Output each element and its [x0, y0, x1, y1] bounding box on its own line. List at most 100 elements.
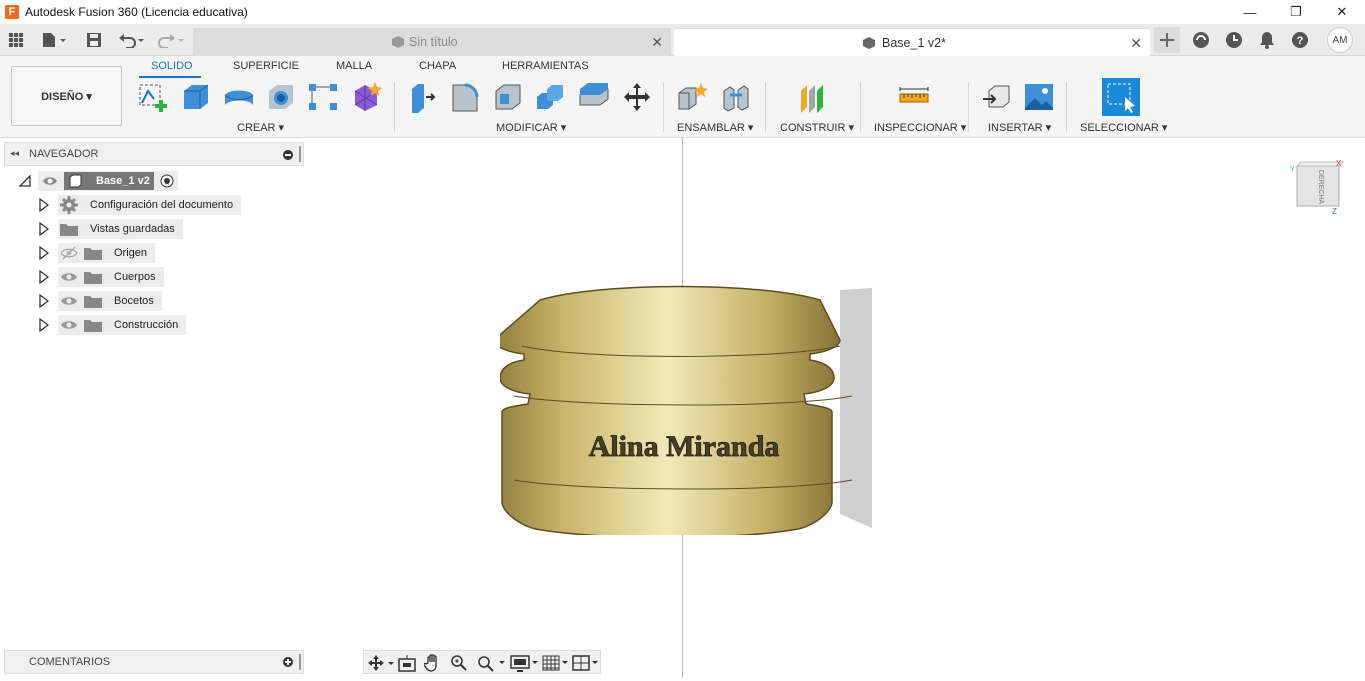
ensamblar-group-dropdown[interactable]: ENSAMBLAR ▾ [677, 121, 753, 134]
browser-title: NAVEGADOR [29, 148, 99, 160]
panel-grip[interactable] [299, 654, 301, 670]
browser-item-saved-views[interactable]: Vistas guardadas [38, 219, 183, 239]
browser-root-row[interactable]: Base_1 v2 [18, 171, 178, 191]
toolbar-ribbon: DISEÑO ▾ SOLIDO SUPERFICIE MALLA CHAPA H… [0, 56, 1365, 138]
insert-canvas-button[interactable] [1022, 80, 1056, 114]
insert-derive-button[interactable] [980, 80, 1014, 114]
data-panel-grid-icon[interactable] [6, 29, 26, 51]
visibility-eye-icon[interactable] [60, 318, 78, 332]
new-tab-plus-icon[interactable] [1154, 27, 1180, 53]
maximize-button[interactable]: ❐ [1273, 0, 1319, 24]
file-menu-icon[interactable] [38, 29, 70, 51]
modificar-group-dropdown[interactable]: MODIFICAR ▾ [496, 121, 566, 134]
viewports-icon[interactable] [572, 654, 600, 672]
comments-panel-header: COMENTARIOS [4, 650, 304, 674]
insertar-group-dropdown[interactable]: INSERTAR ▾ [988, 121, 1051, 134]
orbit-icon[interactable] [368, 654, 394, 672]
collapse-browser-icon[interactable]: ◂◂ [10, 148, 19, 159]
seleccionar-group-dropdown[interactable]: SELECCIONAR ▾ [1080, 121, 1167, 134]
expand-triangle-icon[interactable] [38, 198, 50, 212]
expand-triangle-icon[interactable] [38, 318, 50, 332]
notifications-bell-icon[interactable] [1254, 27, 1280, 53]
close-tab-button[interactable]: ✕ [1130, 35, 1142, 52]
tab-malla[interactable]: MALLA [336, 60, 372, 72]
tab-superficie[interactable]: SUPERFICIE [233, 60, 299, 72]
shell-button[interactable] [491, 80, 525, 114]
browser-item-origin[interactable]: Origen [38, 243, 156, 263]
create-sketch-button[interactable] [136, 80, 170, 114]
browser-minus-icon[interactable] [283, 150, 293, 160]
tab-sin-titulo[interactable]: Sin título ✕ [193, 28, 671, 56]
press-pull-button[interactable] [405, 80, 439, 114]
active-tab-underline [139, 76, 201, 78]
pan-hand-icon[interactable] [424, 654, 442, 672]
expand-triangle-icon[interactable] [38, 270, 50, 284]
add-comment-plus-icon[interactable] [283, 657, 293, 667]
visibility-eye-icon[interactable] [42, 174, 58, 188]
move-copy-button[interactable] [620, 80, 654, 114]
expanded-triangle-icon[interactable] [18, 174, 32, 188]
offset-face-button[interactable] [577, 80, 611, 114]
measure-button[interactable] [897, 80, 931, 114]
panel-grip[interactable] [299, 146, 301, 162]
construir-group-dropdown[interactable]: CONSTRUIR ▾ [780, 121, 854, 134]
revolve-button[interactable] [222, 80, 256, 114]
expand-triangle-icon[interactable] [38, 294, 50, 308]
inspeccionar-group-dropdown[interactable]: INSPECCIONAR ▾ [874, 121, 966, 134]
browser-item-construction[interactable]: Construcción [38, 315, 187, 335]
fit-zoom-window-icon[interactable] [476, 654, 506, 672]
grid-snaps-icon[interactable] [542, 654, 570, 672]
close-tab-button[interactable]: ✕ [651, 34, 663, 51]
visibility-eye-icon[interactable] [60, 294, 78, 308]
select-button[interactable] [1102, 78, 1140, 116]
combine-button[interactable] [534, 80, 568, 114]
folder-icon [84, 248, 102, 260]
tab-solido[interactable]: SOLIDO [151, 60, 193, 72]
tab-base-1[interactable]: Base_1 v2* ✕ [674, 28, 1150, 56]
activate-radio-icon[interactable] [160, 174, 174, 188]
component-icon [69, 174, 82, 188]
group-separator [663, 82, 664, 132]
crear-group-dropdown[interactable]: CREAR ▾ [237, 121, 284, 134]
close-window-button[interactable]: ✕ [1319, 0, 1365, 24]
root-component-label: Base_1 v2 [96, 175, 150, 187]
visibility-eye-icon[interactable] [60, 270, 78, 284]
save-icon[interactable] [84, 29, 104, 51]
user-avatar[interactable]: AM [1327, 27, 1353, 53]
workspace-switcher-button[interactable]: DISEÑO ▾ [11, 66, 122, 126]
brass-ring-model[interactable]: Alina Miranda [500, 280, 880, 535]
viewcube-face-label[interactable]: DERECHA [1317, 170, 1324, 205]
zoom-icon[interactable] [450, 654, 468, 672]
new-component-button[interactable] [675, 80, 709, 114]
tab-herramientas[interactable]: HERRAMIENTAS [502, 60, 589, 72]
folder-icon [60, 224, 78, 236]
hole-button[interactable] [264, 80, 298, 114]
title-bar: F Autodesk Fusion 360 (Licencia educativ… [0, 0, 1365, 24]
pattern-button[interactable] [306, 80, 340, 114]
fillet-button[interactable] [448, 80, 482, 114]
browser-item-sketches[interactable]: Bocetos [38, 291, 162, 311]
viewcube[interactable]: DERECHA Y X Z [1286, 160, 1346, 220]
group-separator [860, 82, 861, 132]
browser-panel-header: ◂◂ NAVEGADOR [4, 142, 304, 166]
folder-icon [84, 320, 102, 332]
job-status-clock-icon[interactable] [1221, 27, 1247, 53]
expand-triangle-icon[interactable] [38, 222, 50, 236]
help-icon[interactable]: ? [1287, 27, 1313, 53]
joint-button[interactable] [719, 80, 753, 114]
display-settings-icon[interactable] [510, 654, 540, 672]
offset-plane-button[interactable] [797, 80, 831, 114]
browser-item-bodies[interactable]: Cuerpos [38, 267, 164, 287]
navigation-toolbar [363, 650, 601, 674]
visibility-hidden-eye-icon[interactable] [60, 246, 78, 260]
extensions-icon[interactable] [1188, 27, 1214, 53]
create-form-button[interactable] [350, 80, 384, 114]
tab-chapa[interactable]: CHAPA [419, 60, 456, 72]
expand-triangle-icon[interactable] [38, 246, 50, 260]
browser-item-document-settings[interactable]: Configuración del documento [38, 195, 242, 215]
extrude-button[interactable] [179, 80, 213, 114]
undo-icon[interactable] [116, 29, 148, 51]
redo-icon[interactable] [156, 29, 188, 51]
minimize-button[interactable]: — [1227, 0, 1273, 24]
look-at-icon[interactable] [398, 654, 416, 672]
